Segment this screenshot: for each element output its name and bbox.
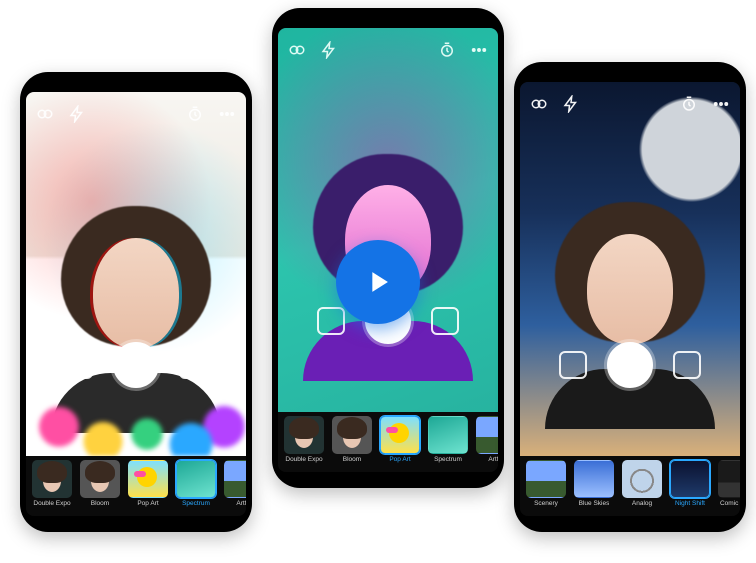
camera-viewport (278, 28, 498, 412)
filter-strip[interactable]: Scenery Blue Skies Analog Night Shift Co… (520, 456, 740, 516)
filter-item[interactable]: Comic Skies (716, 460, 740, 507)
switch-camera-button[interactable] (431, 307, 459, 335)
filter-label: Artful (488, 456, 498, 463)
filter-label: Pop Art (389, 456, 410, 463)
timer-icon[interactable] (438, 41, 456, 59)
filter-item[interactable]: Spectrum (426, 416, 470, 463)
filter-item-selected[interactable]: Spectrum (174, 460, 218, 507)
filter-thumb (670, 460, 710, 498)
more-icon[interactable] (712, 95, 730, 113)
more-icon[interactable] (470, 41, 488, 59)
filter-label: Artful (236, 500, 246, 507)
effects-icon[interactable] (530, 95, 548, 113)
filter-label: Blue Skies (579, 500, 610, 507)
filter-label: Analog (632, 500, 652, 507)
filter-label: Bloom (343, 456, 361, 463)
phone-screen: Double Expo Bloom Pop Art Spectrum Artfu… (26, 92, 246, 516)
timer-icon[interactable] (186, 105, 204, 123)
play-button[interactable] (336, 240, 420, 324)
camera-controls (520, 342, 740, 388)
effects-icon[interactable] (288, 41, 306, 59)
gallery-button[interactable] (559, 351, 587, 379)
portrait-subject (56, 173, 216, 433)
filter-label: Double Expo (285, 456, 322, 463)
filter-thumb (80, 460, 120, 498)
filter-item[interactable]: Artful (474, 416, 498, 463)
filter-thumb (332, 416, 372, 454)
filter-item[interactable]: Analog (620, 460, 664, 507)
filter-item-selected[interactable]: Pop Art (378, 416, 422, 463)
filter-thumb (128, 460, 168, 498)
flash-icon[interactable] (68, 105, 86, 123)
flash-icon[interactable] (320, 41, 338, 59)
camera-top-bar (26, 100, 246, 128)
filter-thumb (526, 460, 566, 498)
effects-icon[interactable] (36, 105, 54, 123)
filter-item[interactable]: Scenery (524, 460, 568, 507)
filter-strip[interactable]: Double Expo Bloom Pop Art Spectrum Artfu… (278, 412, 498, 472)
filter-strip[interactable]: Double Expo Bloom Pop Art Spectrum Artfu… (26, 456, 246, 516)
camera-viewport (26, 92, 246, 456)
camera-top-bar (278, 36, 498, 64)
timer-icon[interactable] (680, 95, 698, 113)
camera-viewport (520, 82, 740, 456)
filter-label: Spectrum (182, 500, 210, 507)
filter-label: Night Shift (675, 500, 705, 507)
filter-label: Pop Art (137, 500, 158, 507)
filter-thumb (224, 460, 246, 498)
phone-mockup-left: Double Expo Bloom Pop Art Spectrum Artfu… (20, 72, 252, 532)
filter-thumb (176, 460, 216, 498)
filter-thumb (574, 460, 614, 498)
filter-thumb (718, 460, 740, 498)
filter-item[interactable]: Bloom (78, 460, 122, 507)
gallery-button[interactable] (65, 351, 93, 379)
filter-thumb (428, 416, 468, 454)
filter-item[interactable]: Bloom (330, 416, 374, 463)
filter-thumb (622, 460, 662, 498)
showcase-stage: Double Expo Bloom Pop Art Spectrum Artfu… (0, 0, 756, 563)
filter-thumb (284, 416, 324, 454)
filter-item[interactable]: Pop Art (126, 460, 170, 507)
filter-thumb (32, 460, 72, 498)
filter-label: Spectrum (434, 456, 462, 463)
filter-label: Comic Skies (720, 500, 740, 507)
phone-screen: Scenery Blue Skies Analog Night Shift Co… (520, 82, 740, 516)
filter-item[interactable]: Artful (222, 460, 246, 507)
switch-camera-button[interactable] (179, 351, 207, 379)
play-icon (361, 265, 395, 299)
filter-label: Scenery (534, 500, 558, 507)
flash-icon[interactable] (562, 95, 580, 113)
shutter-button[interactable] (113, 342, 159, 388)
camera-top-bar (520, 90, 740, 118)
filter-label: Double Expo (33, 500, 70, 507)
phone-mockup-right: Scenery Blue Skies Analog Night Shift Co… (514, 62, 746, 532)
shutter-button[interactable] (607, 342, 653, 388)
filter-label: Bloom (91, 500, 109, 507)
filter-item[interactable]: Double Expo (282, 416, 326, 463)
camera-controls (26, 342, 246, 388)
more-icon[interactable] (218, 105, 236, 123)
gallery-button[interactable] (317, 307, 345, 335)
portrait-subject (550, 169, 710, 429)
switch-camera-button[interactable] (673, 351, 701, 379)
filter-item[interactable]: Double Expo (30, 460, 74, 507)
filter-item[interactable]: Blue Skies (572, 460, 616, 507)
filter-item-selected[interactable]: Night Shift (668, 460, 712, 507)
filter-thumb (380, 416, 420, 454)
filter-thumb (476, 416, 498, 454)
